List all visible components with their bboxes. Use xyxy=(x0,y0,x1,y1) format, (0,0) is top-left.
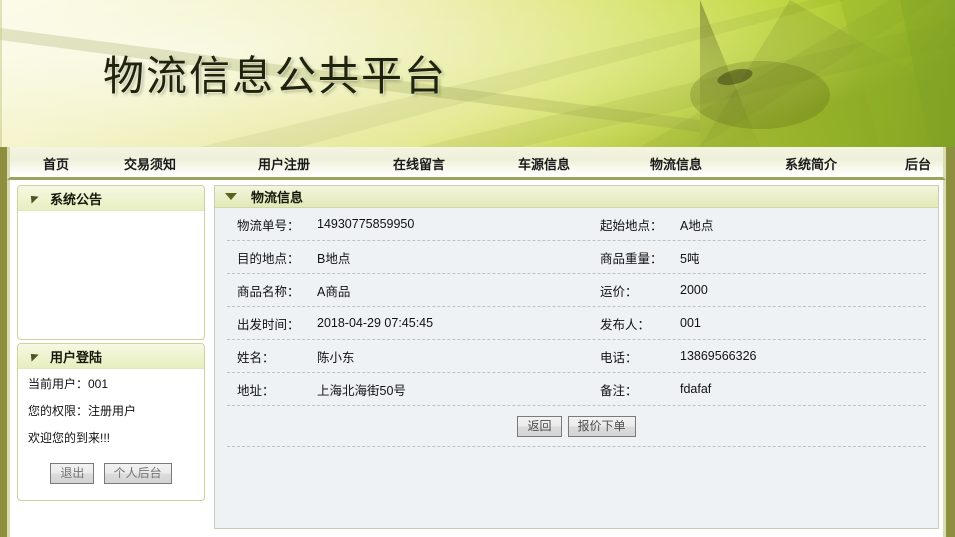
sidebar: 系统公告 欢迎！自彩腾的站长，你站点主要 用户登陆 当前用户：001 xyxy=(10,180,210,537)
login-button-row: 退出 个人后台 xyxy=(26,463,196,484)
field-label: 商品名称： xyxy=(237,284,300,299)
site-title: 物流信息公共平台 xyxy=(103,53,447,99)
field-value: 上海北海街50号 xyxy=(317,383,406,398)
logistics-info-panel-header[interactable]: 物流信息 xyxy=(215,186,938,208)
sidebar-panel-notice-header[interactable]: 系统公告 xyxy=(18,186,204,211)
nav-item-system-intro[interactable]: 系统简介 xyxy=(785,154,837,173)
field-destination: 目的地点： B地点 xyxy=(227,248,572,267)
logout-button[interactable]: 退出 xyxy=(50,463,95,484)
field-value: 001 xyxy=(680,316,701,330)
field-value: 5吨 xyxy=(680,251,700,266)
field-weight: 商品重量： 5吨 xyxy=(572,248,926,267)
panel-title: 物流信息 xyxy=(251,190,304,205)
field-publisher: 发布人： 001 xyxy=(572,314,926,333)
welcome-label: 欢迎您的到来!!! xyxy=(28,431,111,445)
field-label: 目的地点： xyxy=(237,251,300,266)
field-tracking-number: 物流单号： 14930775859950 xyxy=(227,215,572,234)
field-label: 姓名： xyxy=(237,350,275,365)
field-label: 备注： xyxy=(600,383,638,398)
sidebar-panel-login-header[interactable]: 用户登陆 xyxy=(18,344,204,369)
field-departure-time: 出发时间： 2018-04-29 07:45:45 xyxy=(227,314,572,333)
collapse-triangle-icon xyxy=(27,350,39,362)
site-banner: 物流信息公共平台 xyxy=(0,0,955,147)
field-label: 起始地点： xyxy=(600,218,663,233)
sidebar-panel-notice-body: 欢迎！自彩腾的站长，你站点主要 xyxy=(18,211,204,353)
field-label: 商品重量： xyxy=(600,251,663,266)
navigation-bar-frame: 首页 交易须知 用户注册 在线留言 车源信息 物流信息 系统简介 后台 xyxy=(0,147,955,180)
current-user-label: 当前用户：001 xyxy=(28,377,109,391)
field-label: 出发时间： xyxy=(237,317,300,332)
navigation-bar: 首页 交易须知 用户注册 在线留言 车源信息 物流信息 系统简介 后台 xyxy=(7,147,946,180)
field-label: 地址： xyxy=(237,383,275,398)
sidebar-panel-login: 用户登陆 当前用户：001 您的权限：注册用户 欢迎您的到来!!! 退出 个人后… xyxy=(17,343,205,501)
chevron-down-icon xyxy=(225,193,237,200)
field-value: 陈小东 xyxy=(317,350,355,365)
table-row: 商品名称： A商品 运价： 2000 xyxy=(227,274,926,307)
nav-item-home[interactable]: 首页 xyxy=(43,154,69,173)
field-contact-name: 姓名： 陈小东 xyxy=(227,347,572,366)
field-value: 2000 xyxy=(680,283,708,297)
collapse-triangle-icon xyxy=(27,192,39,204)
field-value: fdafaf xyxy=(680,382,712,396)
personal-backend-button[interactable]: 个人后台 xyxy=(103,463,172,484)
field-phone: 电话： 13869566326 xyxy=(572,347,926,366)
nav-item-logistics-info[interactable]: 物流信息 xyxy=(650,154,702,173)
body-frame: 系统公告 欢迎！自彩腾的站长，你站点主要 用户登陆 当前用户：001 xyxy=(0,180,955,537)
field-label: 发布人： xyxy=(600,317,651,332)
action-button-row: 返回 报价下单 xyxy=(227,406,926,447)
field-origin: 起始地点： A地点 xyxy=(572,215,926,234)
logistics-info-panel: 物流信息 物流单号： 14930775859950 起始地点： A地点 目的地点… xyxy=(214,185,939,529)
field-value: 14930775859950 xyxy=(317,217,415,231)
field-address: 地址： 上海北海街50号 xyxy=(227,380,572,399)
page-root: 物流信息公共平台 首页 交易须知 用户注册 在线留言 车源信息 物流信息 系统简… xyxy=(0,0,955,537)
main-content: 物流信息 物流单号： 14930775859950 起始地点： A地点 目的地点… xyxy=(210,180,943,537)
field-label: 运价： xyxy=(600,284,638,299)
field-value: A商品 xyxy=(317,284,351,299)
table-row: 目的地点： B地点 商品重量： 5吨 xyxy=(227,241,926,274)
table-row: 出发时间： 2018-04-29 07:45:45 发布人： 001 xyxy=(227,307,926,340)
sidebar-panel-login-title: 用户登陆 xyxy=(50,349,103,365)
table-row: 地址： 上海北海街50号 备注： fdafaf xyxy=(227,373,926,406)
field-value: A地点 xyxy=(680,218,714,233)
place-order-button[interactable]: 报价下单 xyxy=(567,415,636,437)
table-row: 姓名： 陈小东 电话： 13869566326 xyxy=(227,340,926,373)
nav-item-trade-notice[interactable]: 交易须知 xyxy=(124,154,176,173)
nav-item-message[interactable]: 在线留言 xyxy=(393,154,445,173)
field-value: 2018-04-29 07:45:45 xyxy=(317,316,434,330)
back-button[interactable]: 返回 xyxy=(517,415,562,437)
field-label: 物流单号： xyxy=(237,218,300,233)
sidebar-panel-login-body: 当前用户：001 您的权限：注册用户 欢迎您的到来!!! 退出 个人后台 xyxy=(18,369,204,490)
table-row: 物流单号： 14930775859950 起始地点： A地点 xyxy=(227,208,926,241)
nav-item-register[interactable]: 用户注册 xyxy=(258,154,310,173)
field-value: 13869566326 xyxy=(680,349,757,363)
nav-item-vehicle-info[interactable]: 车源信息 xyxy=(518,154,570,173)
sidebar-panel-notice: 系统公告 欢迎！自彩腾的站长，你站点主要 xyxy=(17,185,205,353)
sidebar-panel-notice-title: 系统公告 xyxy=(50,191,103,207)
nav-item-backend[interactable]: 后台 xyxy=(905,154,931,173)
logistics-info-fields: 物流单号： 14930775859950 起始地点： A地点 目的地点： B地点… xyxy=(215,208,938,447)
field-goods-name: 商品名称： A商品 xyxy=(227,281,572,300)
body-inner: 系统公告 欢迎！自彩腾的站长，你站点主要 用户登陆 当前用户：001 xyxy=(7,180,946,537)
field-freight-price: 运价： 2000 xyxy=(572,281,926,300)
field-value: B地点 xyxy=(317,251,351,266)
field-remark: 备注： fdafaf xyxy=(572,380,926,399)
field-label: 电话： xyxy=(600,350,638,365)
permission-label: 您的权限：注册用户 xyxy=(28,404,137,418)
